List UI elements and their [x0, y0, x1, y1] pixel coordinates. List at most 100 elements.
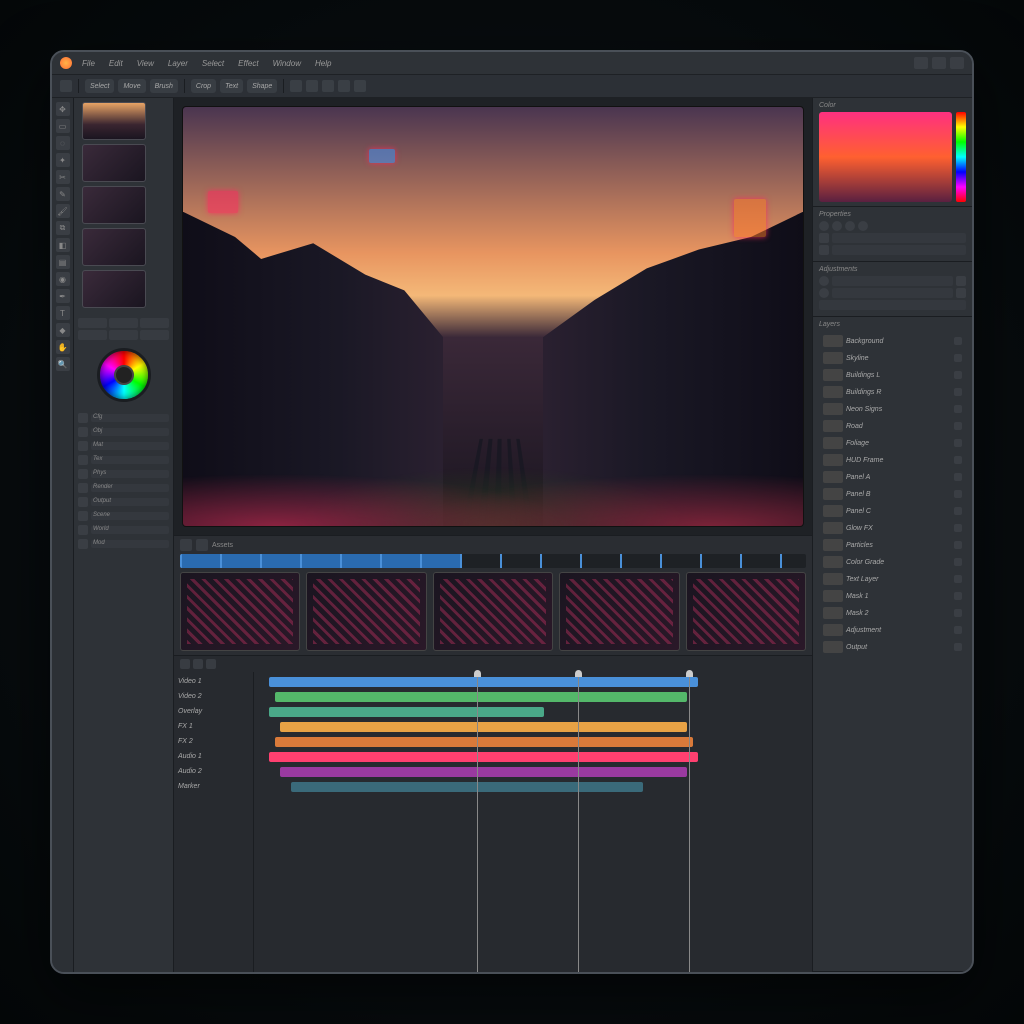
gradient-tool-icon[interactable]: ▤ [56, 255, 70, 269]
toolbar-shape[interactable]: Shape [247, 79, 277, 93]
prop-label[interactable]: Cfg [91, 414, 169, 422]
toolbar-text[interactable]: Text [220, 79, 243, 93]
layer-item[interactable]: Mask 1 [823, 588, 962, 604]
prop-label[interactable]: Render [91, 484, 169, 492]
timeline-clip[interactable] [275, 692, 688, 702]
thumbnail-item[interactable] [82, 144, 146, 182]
menu-file[interactable]: File [78, 58, 99, 69]
mini-tool-icon[interactable] [109, 318, 138, 328]
shield-icon[interactable] [338, 80, 350, 92]
toggle-icon[interactable] [956, 276, 966, 286]
checkbox-icon[interactable] [819, 245, 829, 255]
prop-label[interactable]: Obj [91, 428, 169, 436]
track-label[interactable]: Marker [174, 779, 253, 794]
timeline-track[interactable] [258, 779, 808, 794]
radio-icon[interactable] [819, 221, 829, 231]
toggle-icon[interactable] [819, 288, 829, 298]
visibility-toggle-icon[interactable] [954, 524, 962, 532]
visibility-toggle-icon[interactable] [954, 354, 962, 362]
prop-label[interactable]: Phys [91, 470, 169, 478]
visibility-toggle-icon[interactable] [954, 507, 962, 515]
window-close-icon[interactable] [950, 57, 964, 69]
timeline-track[interactable] [258, 749, 808, 764]
text-tool-icon[interactable]: T [56, 306, 70, 320]
layer-item[interactable]: Text Layer [823, 571, 962, 587]
layer-item[interactable]: Adjustment [823, 622, 962, 638]
playhead-marker[interactable] [689, 672, 690, 972]
color-picker[interactable] [819, 112, 952, 202]
prop-label[interactable]: Output [91, 498, 169, 506]
toolbar-crop[interactable]: Crop [191, 79, 216, 93]
toolbar-move[interactable]: Move [118, 79, 145, 93]
timeline-track[interactable] [258, 734, 808, 749]
timeline-track[interactable] [258, 764, 808, 779]
visibility-toggle-icon[interactable] [954, 592, 962, 600]
mini-tool-icon[interactable] [109, 330, 138, 340]
track-label[interactable]: Audio 1 [174, 749, 253, 764]
adjust-slider[interactable] [819, 300, 966, 310]
move-tool-icon[interactable]: ✥ [56, 102, 70, 116]
layer-item[interactable]: Particles [823, 537, 962, 553]
radio-icon[interactable] [858, 221, 868, 231]
menu-effect[interactable]: Effect [234, 58, 262, 69]
layer-item[interactable]: Panel C [823, 503, 962, 519]
timeline-clip[interactable] [269, 677, 698, 687]
asset-filter-icon[interactable] [180, 539, 192, 551]
layer-item[interactable]: Output [823, 639, 962, 655]
visibility-toggle-icon[interactable] [954, 626, 962, 634]
hand-tool-icon[interactable]: ✋ [56, 340, 70, 354]
property-field[interactable] [832, 245, 966, 255]
menu-select[interactable]: Select [198, 58, 228, 69]
marquee-tool-icon[interactable]: ▭ [56, 119, 70, 133]
mini-tool-icon[interactable] [140, 318, 169, 328]
radio-icon[interactable] [832, 221, 842, 231]
timeline-clip[interactable] [275, 737, 693, 747]
timeline-clip[interactable] [291, 782, 643, 792]
blur-tool-icon[interactable]: ◉ [56, 272, 70, 286]
shield-icon[interactable] [322, 80, 334, 92]
track-label[interactable]: FX 2 [174, 734, 253, 749]
pen-tool-icon[interactable]: ✒ [56, 289, 70, 303]
layer-item[interactable]: Buildings R [823, 384, 962, 400]
visibility-toggle-icon[interactable] [954, 405, 962, 413]
layer-item[interactable]: Neon Signs [823, 401, 962, 417]
visibility-toggle-icon[interactable] [954, 490, 962, 498]
menu-layer[interactable]: Layer [164, 58, 192, 69]
layer-item[interactable]: HUD Frame [823, 452, 962, 468]
color-wheel[interactable] [97, 348, 151, 402]
prop-label[interactable]: Mat [91, 442, 169, 450]
mini-tool-icon[interactable] [78, 318, 107, 328]
timeline-track[interactable] [258, 719, 808, 734]
visibility-toggle-icon[interactable] [954, 575, 962, 583]
layer-item[interactable]: Road [823, 418, 962, 434]
toolbar-select[interactable]: Select [85, 79, 114, 93]
asset-clip[interactable] [686, 572, 806, 651]
layer-item[interactable]: Skyline [823, 350, 962, 366]
layer-item[interactable]: Mask 2 [823, 605, 962, 621]
visibility-toggle-icon[interactable] [954, 337, 962, 345]
visibility-toggle-icon[interactable] [954, 609, 962, 617]
adjust-field[interactable] [832, 288, 953, 298]
timeline-clip[interactable] [269, 752, 698, 762]
visibility-toggle-icon[interactable] [954, 473, 962, 481]
prop-label[interactable]: Tex [91, 456, 169, 464]
playhead-marker[interactable] [578, 672, 579, 972]
visibility-toggle-icon[interactable] [954, 643, 962, 651]
mini-tool-icon[interactable] [140, 330, 169, 340]
visibility-toggle-icon[interactable] [954, 439, 962, 447]
property-field[interactable] [832, 233, 966, 243]
visibility-toggle-icon[interactable] [954, 371, 962, 379]
radio-icon[interactable] [845, 221, 855, 231]
hue-slider[interactable] [956, 112, 966, 202]
undo-icon[interactable] [290, 80, 302, 92]
window-min-icon[interactable] [914, 57, 928, 69]
menu-view[interactable]: View [133, 58, 158, 69]
canvas[interactable] [182, 106, 804, 527]
timeline-stop-icon[interactable] [193, 659, 203, 669]
prop-label[interactable]: Mod [91, 540, 169, 548]
adjust-field[interactable] [832, 276, 953, 286]
menu-edit[interactable]: Edit [105, 58, 127, 69]
clone-tool-icon[interactable]: ⧉ [56, 221, 70, 235]
thumbnail-item[interactable] [82, 228, 146, 266]
eyedropper-tool-icon[interactable]: ✎ [56, 187, 70, 201]
